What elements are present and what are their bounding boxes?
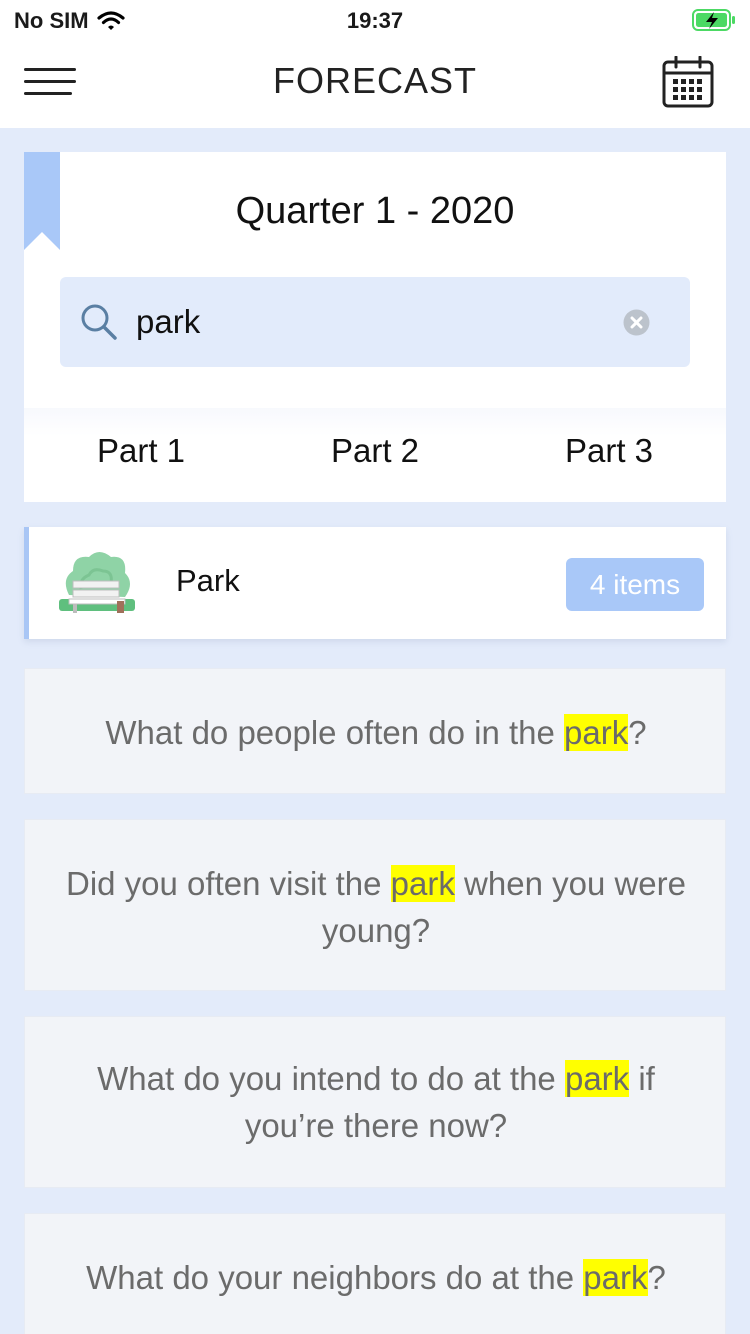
question-card[interactable]: What do you intend to do at the park if … bbox=[24, 1016, 726, 1188]
category-label: Park bbox=[176, 563, 240, 598]
clear-icon[interactable] bbox=[623, 309, 650, 336]
nav-bar: FORECAST bbox=[0, 40, 750, 128]
question-card[interactable]: Did you often visit the park when you we… bbox=[24, 819, 726, 991]
quarter-title: Quarter 1 - 2020 bbox=[235, 190, 515, 232]
search-input[interactable]: park bbox=[60, 277, 690, 367]
tab-part-2[interactable]: Part 2 bbox=[258, 432, 492, 470]
tab-part-3[interactable]: Part 3 bbox=[492, 432, 726, 470]
question-text: What do you intend to do at the park if … bbox=[65, 1055, 687, 1149]
clock: 19:37 bbox=[346, 8, 404, 33]
question-text-before: What do your neighbors do at the bbox=[86, 1259, 584, 1296]
header-card: Quarter 1 - 2020 park Part 1 Part 2 Part… bbox=[24, 152, 726, 502]
page-title: FORECAST bbox=[272, 60, 477, 101]
search-highlight: park bbox=[564, 714, 629, 751]
battery-icon bbox=[692, 9, 735, 31]
question-text: What do people often do in the park? bbox=[65, 709, 687, 756]
question-text: Did you often visit the park when you we… bbox=[65, 860, 687, 954]
part-tabs: Part 1 Part 2 Part 3 bbox=[24, 408, 726, 502]
question-text-before: What do people often do in the bbox=[105, 714, 565, 751]
search-highlight: park bbox=[390, 865, 455, 902]
question-card[interactable]: What do your neighbors do at the park? bbox=[24, 1213, 726, 1334]
question-text-before: What do you intend to do at the bbox=[97, 1060, 565, 1097]
search-highlight: park bbox=[564, 1060, 630, 1097]
status-bar: No SIM 19:37 bbox=[0, 0, 750, 40]
question-card[interactable]: What do people often do in the park? bbox=[24, 668, 726, 794]
search-value[interactable]: park bbox=[136, 303, 200, 341]
park-icon bbox=[59, 552, 135, 613]
category-row[interactable]: Park 4 items bbox=[24, 527, 726, 639]
question-text-after: ? bbox=[628, 714, 647, 751]
search-highlight: park bbox=[583, 1259, 648, 1296]
calendar-icon[interactable] bbox=[662, 56, 714, 108]
item-count-badge: 4 items bbox=[566, 558, 704, 611]
tab-part-1[interactable]: Part 1 bbox=[24, 432, 258, 470]
question-text-before: Did you often visit the bbox=[65, 865, 391, 902]
question-text-after: ? bbox=[647, 1259, 666, 1296]
search-icon bbox=[81, 304, 117, 340]
question-text: What do your neighbors do at the park? bbox=[65, 1254, 687, 1301]
